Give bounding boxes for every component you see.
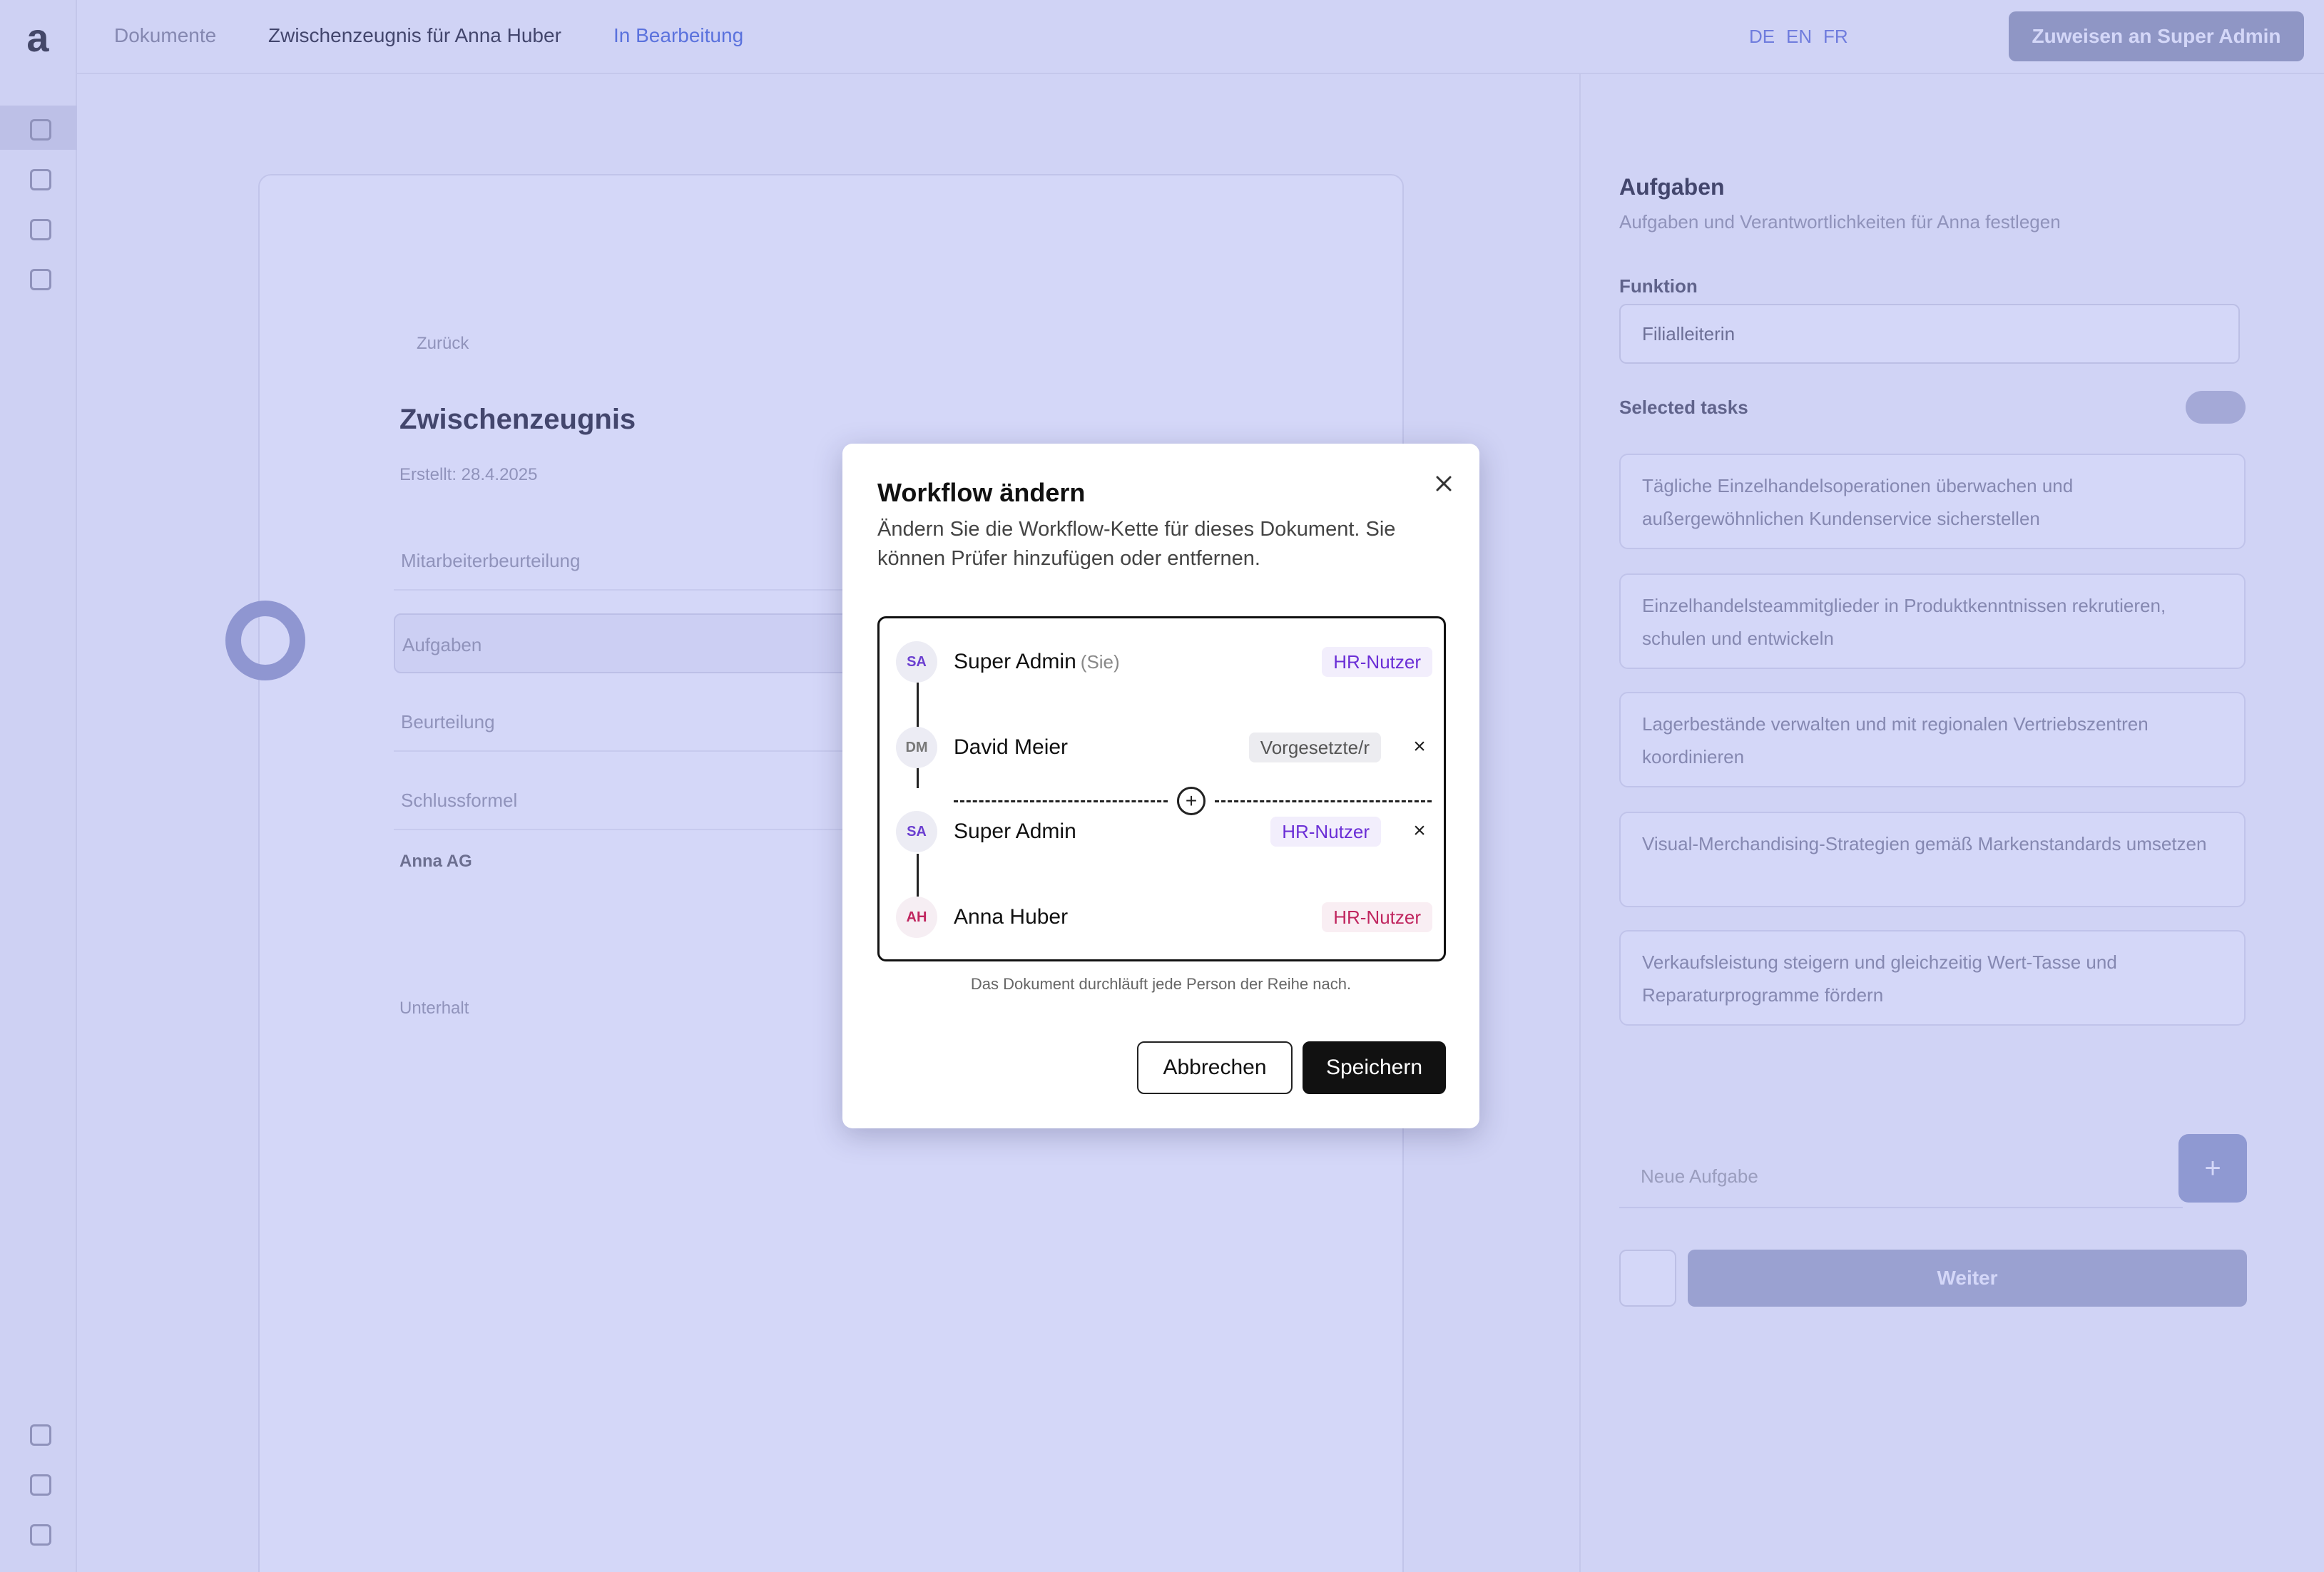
cancel-button[interactable]: Abbrechen <box>1137 1041 1293 1094</box>
workflow-chain: SA Super Admin (Sie) HR-Nutzer DM David M… <box>877 616 1446 961</box>
insert-reviewer-row: + <box>954 787 1432 815</box>
insert-divider <box>1215 800 1432 802</box>
person-name: Super Admin (Sie) <box>954 650 1120 674</box>
close-icon <box>1436 476 1452 491</box>
chain-connector <box>917 683 919 725</box>
workflow-dialog: Workflow ändern Ändern Sie die Workflow-… <box>842 444 1479 1128</box>
avatar: AH <box>896 897 937 938</box>
remove-reviewer-button[interactable]: × <box>1407 734 1432 760</box>
person-name: Anna Huber <box>954 905 1069 929</box>
role-badge: Vorgesetzte/r <box>1248 733 1381 762</box>
you-indicator: (Sie) <box>1080 651 1120 673</box>
chain-connector <box>917 854 919 897</box>
person-name-text: Super Admin <box>954 650 1076 673</box>
avatar: SA <box>896 641 937 683</box>
dialog-title: Workflow ändern <box>877 478 1086 507</box>
avatar: SA <box>896 811 937 852</box>
close-button[interactable] <box>1429 469 1458 498</box>
person-name: David Meier <box>954 735 1069 759</box>
person-name: Super Admin <box>954 820 1076 843</box>
add-reviewer-button[interactable]: + <box>1177 787 1206 815</box>
insert-divider <box>954 800 1168 802</box>
role-badge: HR-Nutzer <box>1322 902 1432 932</box>
chain-hint: Das Dokument durchläuft jede Person der … <box>970 975 1352 993</box>
role-badge: HR-Nutzer <box>1270 817 1381 847</box>
role-badge: HR-Nutzer <box>1322 647 1432 677</box>
avatar: DM <box>896 727 937 768</box>
remove-reviewer-button[interactable]: × <box>1407 818 1432 844</box>
dialog-description: Ändern Sie die Workflow-Kette für dieses… <box>877 518 1396 570</box>
save-button[interactable]: Speichern <box>1303 1041 1446 1094</box>
